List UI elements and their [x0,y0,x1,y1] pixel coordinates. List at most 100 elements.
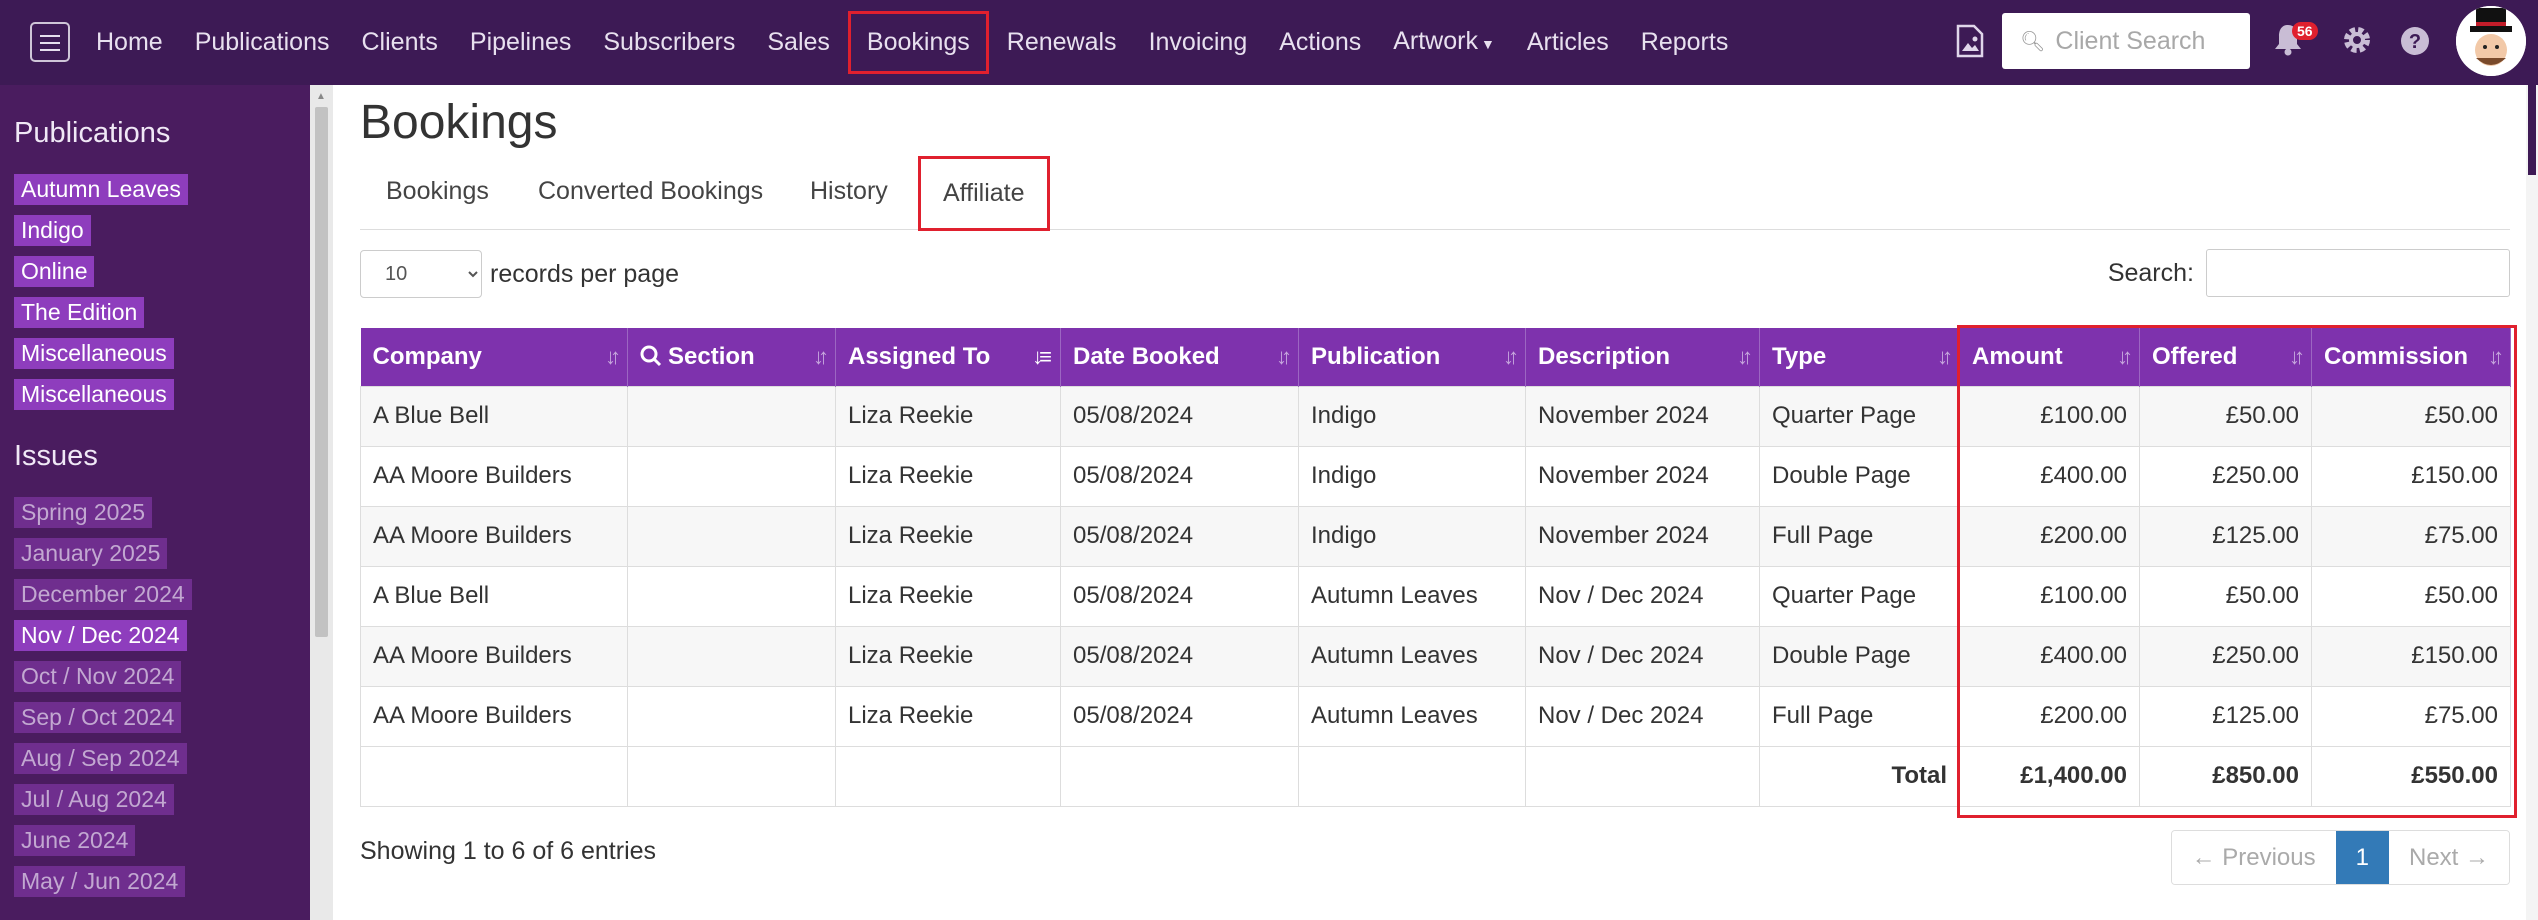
table-search-input[interactable] [2206,249,2510,297]
sidebar-scrollbar[interactable]: ▲ [310,85,333,920]
column-header-amount[interactable]: Amount ↓↑ [1959,328,2140,386]
cell-commission: £75.00 [2311,505,2511,567]
sidebar-issue-row: Sep / Oct 2024 [14,702,310,743]
records-per-page-select[interactable]: 10 [360,250,482,298]
tab-converted-bookings[interactable]: Converted Bookings [538,177,763,206]
sidebar-issue-tag[interactable]: June 2024 [14,825,136,856]
search-icon[interactable] [640,343,662,370]
nav-reports[interactable]: Reports [1625,0,1745,85]
sort-desc-icon[interactable]: ↓≡ [1032,344,1052,370]
table-row[interactable]: AA Moore Builders Liza Reekie 05/08/2024 In… [360,505,2511,567]
sort-icon[interactable]: ↓↑ [2488,344,2504,370]
column-header-assigned-to[interactable]: Assigned To ↓≡ [835,328,1061,386]
column-header-date-booked[interactable]: Date Booked ↓↑ [1060,328,1299,386]
pagination-page-1[interactable]: 1 [2335,831,2389,884]
scroll-up-icon[interactable]: ▲ [316,91,326,102]
nav-sales[interactable]: Sales [751,0,846,85]
cell-company: A Blue Bell [360,565,628,627]
sidebar-issue-tag[interactable]: Nov / Dec 2024 [14,620,187,651]
table-row[interactable]: A Blue Bell Liza Reekie 05/08/2024 Indigo No… [360,385,2511,447]
tab-history[interactable]: History [810,177,888,206]
cell-section [627,505,836,567]
column-header-offered[interactable]: Offered ↓↑ [2139,328,2312,386]
nav-publications[interactable]: Publications [179,0,346,85]
nav-artwork[interactable]: Artwork ▼ [1377,0,1511,87]
sidebar-issue-tag[interactable]: Spring 2025 [14,497,153,528]
cell-section [627,625,836,687]
cell-date-booked: 05/08/2024 [1060,445,1299,507]
sidebar-issue-tag[interactable]: December 2024 [14,579,192,610]
cell-publication: Autumn Leaves [1298,565,1526,627]
tab-affiliate[interactable]: Affiliate [918,156,1050,231]
column-header-type[interactable]: Type ↓↑ [1759,328,1960,386]
table-row[interactable]: A Blue Bell Liza Reekie 05/08/2024 Autumn L… [360,565,2511,627]
sort-icon[interactable]: ↓↑ [2117,344,2133,370]
user-avatar[interactable] [2456,6,2526,76]
bookings-tabs: Bookings Converted Bookings History Affi… [360,156,2510,231]
sidebar-issue-tag[interactable]: May / Jun 2024 [14,866,186,897]
table-search: Search: [2108,249,2510,297]
sidebar-publication-row: The Edition [14,297,310,338]
help-icon[interactable]: ? [2400,26,2430,61]
nav-renewals[interactable]: Renewals [991,0,1133,85]
cell-date-booked: 05/08/2024 [1060,685,1299,747]
column-header-description[interactable]: Description ↓↑ [1525,328,1760,386]
nav-actions[interactable]: Actions [1263,0,1377,85]
sidebar-issue-tag[interactable]: Oct / Nov 2024 [14,661,182,692]
scrollbar-thumb[interactable] [315,107,328,637]
sidebar-issue-row: Aug / Sep 2024 [14,743,310,784]
sidebar-issue-tag[interactable]: Sep / Oct 2024 [14,702,182,733]
sidebar-publication-tag[interactable]: Miscellaneous [14,379,174,410]
column-header-company[interactable]: Company ↓↑ [360,328,628,386]
tab-bookings[interactable]: Bookings [386,177,489,206]
pagination-next[interactable]: Next → [2388,831,2509,884]
sort-icon[interactable]: ↓↑ [605,344,621,370]
sort-icon[interactable]: ↓↑ [1737,344,1753,370]
nav-bookings[interactable]: Bookings [847,11,989,74]
sidebar-issue-tag[interactable]: January 2025 [14,538,168,569]
column-header-commission[interactable]: Commission ↓↑ [2311,328,2511,386]
client-search-box[interactable]: 🔍︎ [2002,13,2250,69]
sort-icon[interactable]: ↓↑ [1503,344,1519,370]
nav-invoicing[interactable]: Invoicing [1133,0,1264,85]
sidebar-publication-tag[interactable]: Autumn Leaves [14,174,188,205]
cell-description: November 2024 [1525,385,1760,447]
sidebar-publication-tag[interactable]: Miscellaneous [14,338,174,369]
page-scrollbar[interactable] [2526,85,2538,920]
image-document-icon[interactable] [1956,24,1984,63]
table-row[interactable]: AA Moore Builders Liza Reekie 05/08/2024 Au… [360,685,2511,747]
sidebar-issue-row: January 2025 [14,538,310,579]
sort-icon[interactable]: ↓↑ [1276,344,1292,370]
cell-offered: £50.00 [2139,385,2312,447]
sort-icon[interactable]: ↓↑ [1937,344,1953,370]
cell-assigned-to: Liza Reekie [835,445,1061,507]
total-cell-empty [1060,745,1299,807]
table-row[interactable]: AA Moore Builders Liza Reekie 05/08/2024 In… [360,445,2511,507]
sidebar-issue-tag[interactable]: Jul / Aug 2024 [14,784,174,815]
cell-company: AA Moore Builders [360,625,628,687]
sidebar-publication-tag[interactable]: Indigo [14,215,91,246]
cell-type: Full Page [1759,685,1960,747]
cell-commission: £75.00 [2311,685,2511,747]
gear-icon[interactable] [2341,24,2373,61]
table-row[interactable]: AA Moore Builders Liza Reekie 05/08/2024 Au… [360,625,2511,687]
nav-pipelines[interactable]: Pipelines [454,0,587,85]
pagination-previous[interactable]: ← Previous [2171,831,2336,884]
sidebar-publications-heading: Publications [14,117,171,149]
sort-icon[interactable]: ↓↑ [813,344,829,370]
records-per-page-control: 10 records per page [360,250,679,298]
client-search-input[interactable] [2053,25,2248,57]
nav-subscribers[interactable]: Subscribers [587,0,751,85]
page-scrollbar-thumb[interactable] [2528,85,2536,175]
sidebar-issue-tag[interactable]: Aug / Sep 2024 [14,743,187,774]
nav-articles[interactable]: Articles [1511,0,1625,85]
column-header-section[interactable]: Section ↓↑ [627,328,836,386]
column-header-publication[interactable]: Publication ↓↑ [1298,328,1526,386]
nav-clients[interactable]: Clients [346,0,454,85]
cell-offered: £50.00 [2139,565,2312,627]
sort-icon[interactable]: ↓↑ [2289,344,2305,370]
sidebar-publication-tag[interactable]: The Edition [14,297,145,328]
menu-toggle-button[interactable] [30,22,70,62]
sidebar-publication-tag[interactable]: Online [14,256,95,287]
nav-home[interactable]: Home [80,0,179,85]
